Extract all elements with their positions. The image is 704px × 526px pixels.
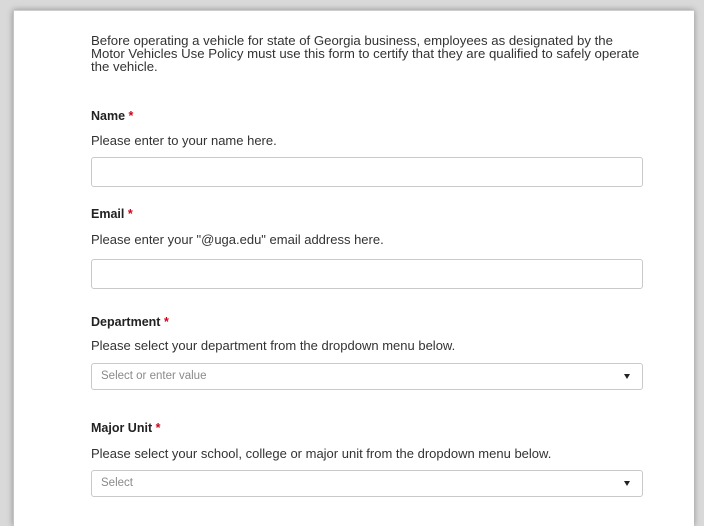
department-label-text: Department <box>91 315 161 329</box>
name-required-marker: * <box>128 109 134 123</box>
email-input[interactable] <box>91 259 643 289</box>
department-select[interactable]: Select or enter value <box>91 363 643 390</box>
major-unit-select-placeholder: Select <box>101 477 133 489</box>
department-required-marker: * <box>163 315 169 329</box>
department-select-placeholder: Select or enter value <box>101 370 207 382</box>
chevron-down-icon <box>624 481 630 486</box>
email-label: Email * <box>91 207 133 221</box>
email-required-marker: * <box>127 207 133 221</box>
name-input[interactable] <box>91 157 643 187</box>
major-unit-required-marker: * <box>155 421 161 435</box>
department-label: Department * <box>91 315 169 329</box>
department-help-text: Please select your department from the d… <box>91 338 456 353</box>
chevron-down-icon <box>624 374 630 379</box>
name-label: Name * <box>91 109 133 123</box>
major-unit-label: Major Unit * <box>91 421 160 435</box>
form-card: Before operating a vehicle for state of … <box>13 10 694 526</box>
name-help-text: Please enter to your name here. <box>91 133 277 148</box>
major-unit-help-text: Please select your school, college or ma… <box>91 446 552 461</box>
major-unit-label-text: Major Unit <box>91 421 153 435</box>
major-unit-select[interactable]: Select <box>91 470 643 497</box>
email-help-text: Please enter your "@uga.edu" email addre… <box>91 232 384 247</box>
form-intro-text: Before operating a vehicle for state of … <box>91 33 640 74</box>
name-label-text: Name <box>91 109 126 123</box>
email-label-text: Email <box>91 207 125 221</box>
